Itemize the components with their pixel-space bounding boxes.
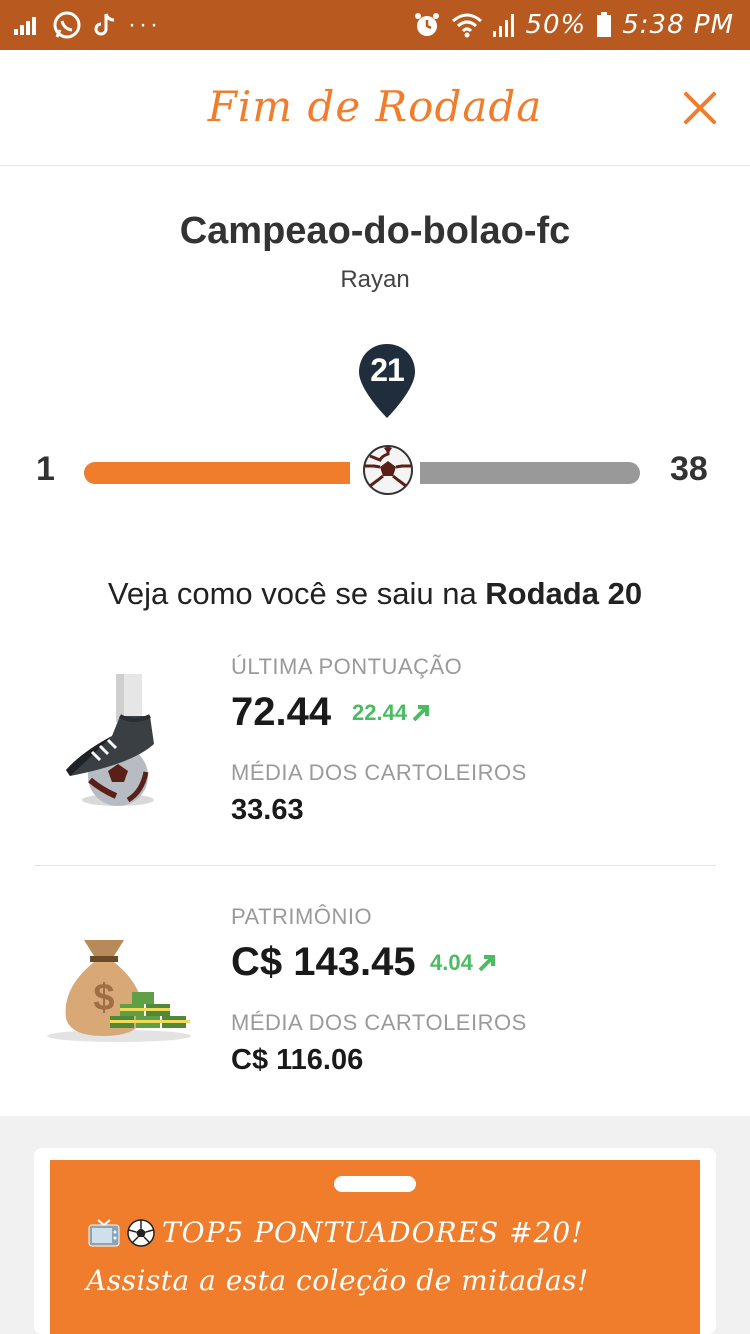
patrimony-average-value: C$ 116.06 [231, 1044, 364, 1076]
arrow-up-right-icon [412, 705, 430, 722]
round-summary-round: Rodada 20 [485, 576, 643, 611]
round-summary-text: Veja como você se saiu na [107, 576, 486, 611]
last-score-value: 72.44 [231, 690, 332, 734]
owner-name: Rayan [340, 266, 410, 293]
promo-title: TOP5 PONTUADORES #20! [162, 1216, 584, 1249]
tiktok-icon [94, 13, 115, 36]
patrimony-delta-value: 4.04 [430, 950, 473, 975]
promo-title-row: TOP5 PONTUADORES #20! [88, 1216, 583, 1249]
cell-signal-icon [493, 14, 515, 37]
wifi-icon [452, 13, 483, 38]
clock: 5:38 PM [622, 10, 734, 40]
last-score-delta: 22.44 [352, 700, 431, 726]
round-progress-fill [84, 462, 350, 484]
more-dots-icon: ··· [128, 11, 161, 38]
tv-icon [88, 1218, 120, 1246]
team-name: Campeao-do-bolao-fc [179, 210, 571, 252]
status-bar-right: 50% 5:38 PM [413, 8, 734, 42]
round-min: 1 [36, 450, 55, 488]
score-average-label: MÉDIA DOS CARTOLEIROS [231, 760, 527, 785]
round-summary: Veja como você se saiu na Rodada 20 [0, 576, 750, 612]
battery-icon [597, 12, 612, 37]
alarm-icon [415, 13, 440, 36]
round-max: 38 [670, 450, 708, 488]
arrow-up-right-icon [478, 955, 495, 972]
modal-header: Fim de Rodada [0, 50, 750, 166]
whatsapp-icon [53, 11, 81, 39]
status-bar: ··· 50% 5:38 PM [0, 0, 750, 50]
section-divider [34, 865, 716, 866]
last-score-label: ÚLTIMA PONTUAÇÃO [231, 654, 463, 679]
close-icon[interactable] [682, 90, 718, 126]
svg-text:$: $ [93, 977, 114, 1019]
soccer-ball-icon [363, 445, 413, 495]
patrimony-label: PATRIMÔNIO [231, 904, 373, 929]
soccer-ball-icon [127, 1218, 155, 1247]
last-score-delta-value: 22.44 [352, 700, 408, 725]
current-round-number: 21 [370, 352, 405, 388]
patrimony-average-label: MÉDIA DOS CARTOLEIROS [231, 1010, 527, 1035]
status-bar-left: ··· [14, 8, 161, 42]
patrimony-value: C$ 143.45 [231, 940, 416, 984]
score-average-value: 33.63 [231, 794, 304, 826]
drag-handle[interactable] [334, 1176, 416, 1192]
promo-subtitle: Assista a esta coleção de mitadas! [86, 1264, 589, 1297]
boot-ball-icon [66, 674, 154, 806]
money-bag-icon: $ [47, 940, 191, 1042]
page-title: Fim de Rodada [207, 82, 543, 131]
battery-percent: 50% [525, 10, 587, 40]
signal-bars-icon [14, 17, 36, 35]
patrimony-delta: 4.04 [430, 950, 497, 976]
